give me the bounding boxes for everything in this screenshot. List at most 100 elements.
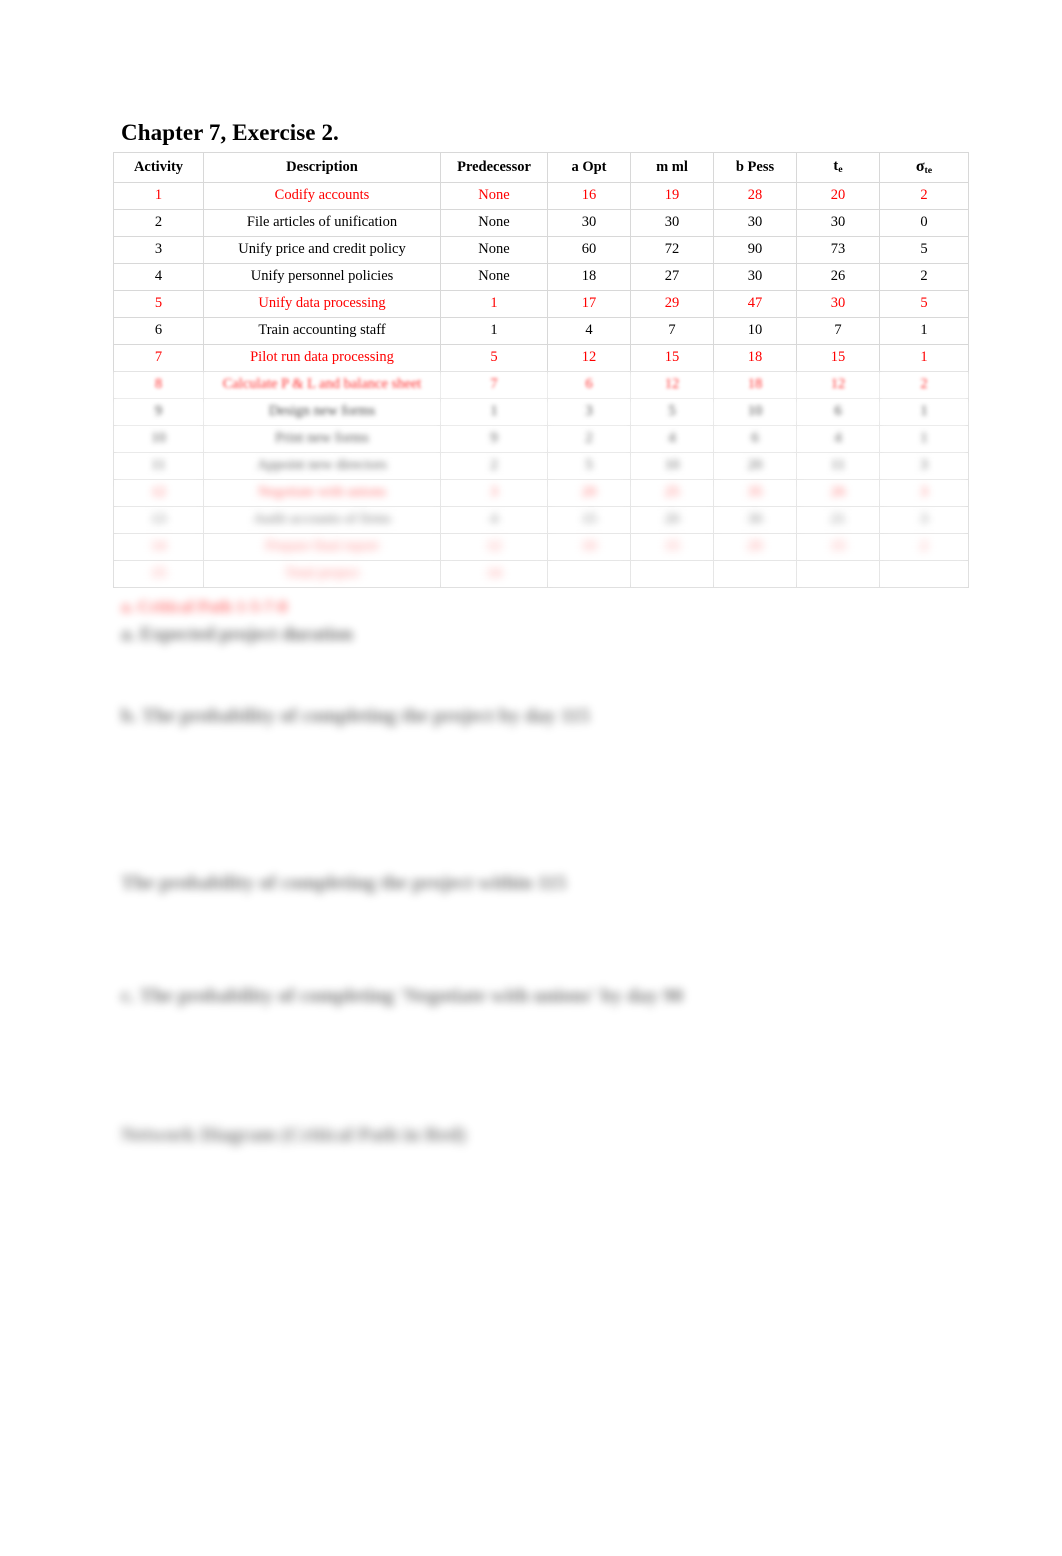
- cell-b-pess: 18: [713, 371, 797, 399]
- table-row: 2 File articles of unification None 30 30 30 3…: [113, 209, 969, 237]
- te-subscript: e: [838, 164, 843, 176]
- cell-te: 12: [796, 371, 880, 399]
- pert-table-container: Activity Description Predecessor a Opt m…: [113, 152, 969, 588]
- cell-predecessor: 3: [440, 479, 548, 507]
- cell-m-ml: [630, 560, 714, 588]
- cell-m-ml: 27: [630, 263, 714, 291]
- table-row: 1 Codify accounts None 16 19 28 20 2: [113, 182, 969, 210]
- cell-description: Unify data processing: [203, 290, 441, 318]
- cell-te: 15: [796, 344, 880, 372]
- cell-sigma-te: 1: [879, 425, 969, 453]
- cell-description: Design new forms: [203, 398, 441, 426]
- cell-b-pess: 28: [713, 182, 797, 210]
- cell-description: Unify personnel policies: [203, 263, 441, 291]
- cell-predecessor: 2: [440, 452, 548, 480]
- cell-description: Negotiate with unions: [203, 479, 441, 507]
- cell-description: Unify price and credit policy: [203, 236, 441, 264]
- cell-b-pess: 30: [713, 506, 797, 534]
- table-row: 8 Calculate P & L and balance sheet 7 6 12 18…: [113, 371, 969, 399]
- cell-description: Audit accounts of firms: [203, 506, 441, 534]
- cell-description: Codify accounts: [203, 182, 441, 210]
- page-title: Chapter 7, Exercise 2.: [121, 120, 339, 145]
- cell-predecessor: 1: [440, 290, 548, 318]
- cell-predecessor: 5: [440, 344, 548, 372]
- paragraph-critical-path: a. Critical Path 1-5-7-8: [121, 597, 288, 616]
- cell-m-ml: 7: [630, 317, 714, 345]
- sigma-subscript: te: [924, 164, 933, 176]
- column-header-te: te: [796, 152, 880, 183]
- cell-predecessor: 9: [440, 425, 548, 453]
- cell-sigma-te: [879, 560, 969, 588]
- cell-b-pess: 47: [713, 290, 797, 318]
- table-row: 9 Design new forms 1 3 5 10 6 1: [113, 398, 969, 426]
- table-row: 14 Prepare final report 12 10 15 20 15 2: [113, 533, 969, 561]
- cell-description: Pilot run data processing: [203, 344, 441, 372]
- cell-activity: 9: [113, 398, 204, 426]
- table-row: 10 Print new forms 9 2 4 6 4 1: [113, 425, 969, 453]
- cell-m-ml: 25: [630, 479, 714, 507]
- cell-m-ml: 15: [630, 344, 714, 372]
- cell-sigma-te: 2: [879, 263, 969, 291]
- cell-predecessor: 1: [440, 317, 548, 345]
- cell-a-opt: 3: [547, 398, 631, 426]
- cell-te: 30: [796, 209, 880, 237]
- cell-te: [796, 560, 880, 588]
- cell-te: 7: [796, 317, 880, 345]
- cell-activity: 12: [113, 479, 204, 507]
- cell-activity: 6: [113, 317, 204, 345]
- cell-a-opt: 4: [547, 317, 631, 345]
- cell-te: 11: [796, 452, 880, 480]
- cell-a-opt: 17: [547, 290, 631, 318]
- cell-b-pess: 20: [713, 452, 797, 480]
- cell-activity: 5: [113, 290, 204, 318]
- table-row: 13 Audit accounts of firms 4 15 20 30 21 3: [113, 506, 969, 534]
- table-row: 3 Unify price and credit policy None 60 72 90…: [113, 236, 969, 264]
- cell-description: Prepare final report: [203, 533, 441, 561]
- table-row: 7 Pilot run data processing 5 12 15 18 15 1: [113, 344, 969, 372]
- cell-activity: 2: [113, 209, 204, 237]
- cell-predecessor: None: [440, 263, 548, 291]
- cell-description: Calculate P & L and balance sheet: [203, 371, 441, 399]
- cell-a-opt: 2: [547, 425, 631, 453]
- cell-te: 73: [796, 236, 880, 264]
- cell-description: Appoint new directors: [203, 452, 441, 480]
- cell-a-opt: 12: [547, 344, 631, 372]
- cell-predecessor: 1: [440, 398, 548, 426]
- table-header-row: Activity Description Predecessor a Opt m…: [113, 152, 969, 183]
- table-row: 11 Appoint new directors 2 5 10 20 11 3: [113, 452, 969, 480]
- table-body: 1 Codify accounts None 16 19 28 20 2 2 File artic…: [113, 182, 969, 588]
- cell-a-opt: 30: [547, 209, 631, 237]
- cell-m-ml: 5: [630, 398, 714, 426]
- cell-sigma-te: 3: [879, 452, 969, 480]
- cell-te: 15: [796, 533, 880, 561]
- cell-b-pess: [713, 560, 797, 588]
- cell-a-opt: 16: [547, 182, 631, 210]
- cell-a-opt: 6: [547, 371, 631, 399]
- cell-b-pess: 20: [713, 533, 797, 561]
- cell-sigma-te: 2: [879, 371, 969, 399]
- cell-b-pess: 10: [713, 398, 797, 426]
- column-header-sigma-te: σte: [879, 152, 969, 183]
- column-header-a-opt: a Opt: [547, 152, 631, 183]
- cell-predecessor: None: [440, 236, 548, 264]
- paragraph-network-diagram: Network Diagram (Critical Path in Red): [121, 1124, 466, 1146]
- cell-b-pess: 10: [713, 317, 797, 345]
- cell-sigma-te: 2: [879, 182, 969, 210]
- cell-b-pess: 35: [713, 479, 797, 507]
- cell-description: Print new forms: [203, 425, 441, 453]
- column-header-m-ml: m ml: [630, 152, 714, 183]
- cell-b-pess: 6: [713, 425, 797, 453]
- column-header-description: Description: [203, 152, 441, 183]
- column-header-activity: Activity: [113, 152, 204, 183]
- cell-sigma-te: 5: [879, 236, 969, 264]
- cell-a-opt: 18: [547, 263, 631, 291]
- cell-te: 21: [796, 506, 880, 534]
- cell-description: File articles of unification: [203, 209, 441, 237]
- document-page: Chapter 7, Exercise 2. Activity Descript…: [0, 0, 1062, 1556]
- cell-a-opt: 5: [547, 452, 631, 480]
- cell-activity: 8: [113, 371, 204, 399]
- cell-sigma-te: 3: [879, 479, 969, 507]
- cell-activity: 7: [113, 344, 204, 372]
- column-header-predecessor: Predecessor: [440, 152, 548, 183]
- table-row: 6 Train accounting staff 1 4 7 10 7 1: [113, 317, 969, 345]
